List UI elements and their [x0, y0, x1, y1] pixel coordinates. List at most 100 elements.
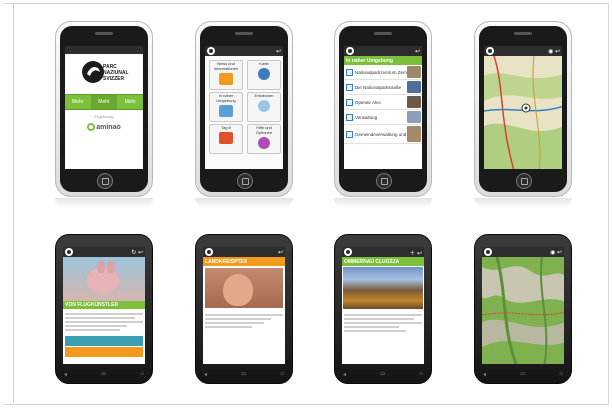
brand-mark: ▭ — [101, 371, 107, 377]
tile-nearby[interactable]: In naher Umgebung — [209, 92, 243, 122]
screen-portrait[interactable]: ↩ LANDKREISPTES — [203, 247, 285, 364]
tile-label: News und Informationen — [213, 61, 239, 71]
home-button[interactable] — [516, 173, 532, 189]
calendar-icon — [219, 132, 233, 144]
list-item-label: Nationalparkzentrum Zernez — [355, 69, 412, 75]
news-icon — [219, 73, 233, 85]
screen-landscape[interactable]: ＋ ↩ OMMERNAU CLUOZZA — [342, 247, 424, 364]
help-icon — [258, 137, 270, 149]
tile-help[interactable]: Hilfe und Optionen — [247, 124, 281, 154]
park-logo-icon — [486, 47, 494, 55]
nearby-topbar: ↩ — [344, 46, 422, 56]
highlight-box[interactable] — [65, 347, 143, 357]
animal-topbar: ↻ ↩ — [63, 247, 145, 257]
brand-mark: ▭ — [380, 371, 386, 377]
list-item-label: Verwaltung — [355, 114, 378, 120]
speaker — [514, 32, 532, 35]
tile-label: Karte — [259, 61, 269, 66]
checkbox-icon — [346, 68, 353, 76]
list-item[interactable]: Gemeindeverwaltung und Spiel — [344, 125, 422, 144]
back-key-icon[interactable]: ◂ — [483, 371, 486, 378]
home-key-icon[interactable]: ⌂ — [140, 371, 144, 377]
home-button[interactable] — [97, 173, 113, 189]
park-logo-icon — [484, 248, 492, 256]
search-icon — [258, 100, 270, 112]
landscape-topbar: ＋ ↩ — [342, 247, 424, 257]
list-item[interactable]: Openair Alvo — [344, 95, 422, 110]
home-button[interactable] — [376, 173, 392, 189]
back-key-icon[interactable]: ◂ — [204, 371, 207, 378]
checkbox-icon — [346, 113, 353, 121]
list-item-label: Die Nationalparkstraße — [355, 84, 402, 90]
sponsor-logo-icon — [87, 123, 96, 131]
tile-label: In naher Umgebung — [216, 93, 236, 103]
thumbnail — [407, 126, 421, 142]
phone-home: PARC NAZIUNAL SVIZZER Mehr Mehr Mehr Erg… — [55, 21, 153, 197]
sponsor-name: aminao — [96, 123, 121, 131]
add-icon[interactable]: ＋ ↩ — [409, 248, 422, 257]
speaker — [235, 32, 253, 35]
portrait-text — [203, 310, 285, 332]
tile-label: Entdecken — [254, 93, 274, 98]
back-arrow-icon[interactable]: ↩ — [415, 48, 420, 55]
share-icon[interactable]: ↻ ↩ — [131, 249, 143, 256]
list-item-label: Openair Alvo — [355, 99, 381, 105]
landscape-photo — [343, 267, 423, 309]
map-tools-icon[interactable]: ◉ ↩ — [550, 249, 562, 256]
home-key-icon[interactable]: ⌂ — [559, 371, 563, 377]
phone-map: ◉ ↩ — [474, 21, 572, 197]
phone-reflection — [334, 198, 432, 208]
hardware-keys: ◂ ▭ ⌂ — [483, 369, 563, 379]
tile-discover[interactable]: Entdecken — [247, 92, 281, 122]
phone-nearby: ↩ In naher Umgebung Nationalparkzentrum … — [334, 21, 432, 197]
screen-home[interactable]: PARC NAZIUNAL SVIZZER Mehr Mehr Mehr Erg… — [65, 46, 143, 169]
thumbnail — [407, 96, 421, 108]
back-arrow-icon[interactable]: ↩ — [278, 249, 283, 256]
relief-map[interactable] — [482, 257, 564, 364]
screen-menu[interactable]: ↩ News und Informationen Karte In naher … — [205, 46, 283, 169]
home-tab[interactable]: Mehr — [65, 95, 91, 109]
home-button[interactable] — [237, 173, 253, 189]
home-tab[interactable]: Mehr — [117, 95, 143, 109]
topographic-map[interactable] — [484, 56, 562, 169]
checkbox-icon — [346, 83, 353, 91]
brand-line: SVIZZER — [103, 76, 125, 82]
park-logo-icon — [65, 248, 73, 256]
globe-icon — [258, 68, 270, 80]
home-tab[interactable]: Mehr — [91, 95, 117, 109]
menu-topbar: ↩ — [205, 46, 283, 56]
screen-satellite[interactable]: ◉ ↩ — [482, 247, 564, 364]
hardware-keys: ◂ ▭ ⌂ — [343, 369, 423, 379]
home-key-icon[interactable]: ⌂ — [419, 371, 423, 377]
hardware-keys: ◂ ▭ ⌂ — [64, 369, 144, 379]
checkbox-icon — [346, 98, 353, 106]
thumbnail — [407, 111, 421, 123]
portrait-header: LANDKREISPTES — [203, 257, 285, 266]
park-logo-icon — [346, 47, 354, 55]
speaker — [95, 32, 113, 35]
list-item[interactable]: Nationalparkzentrum Zernez — [344, 65, 422, 80]
tile-day[interactable]: Tag 6 — [209, 124, 243, 154]
map-tools-icon[interactable]: ◉ ↩ — [548, 48, 560, 55]
tile-map[interactable]: Karte — [247, 60, 281, 90]
tile-news[interactable]: News und Informationen — [209, 60, 243, 90]
home-key-icon[interactable]: ⌂ — [280, 371, 284, 377]
compass-icon — [219, 105, 233, 117]
list-item[interactable]: Verwaltung — [344, 110, 422, 125]
screen-animal[interactable]: ↻ ↩ VON FLUGKÜNSTLER — [63, 247, 145, 364]
back-key-icon[interactable]: ◂ — [64, 371, 67, 378]
info-box[interactable] — [65, 336, 143, 346]
nearby-header: In naher Umgebung — [344, 56, 422, 65]
phone-portrait: ↩ LANDKREISPTES ◂ ▭ ⌂ — [195, 234, 293, 384]
back-key-icon[interactable]: ◂ — [343, 371, 346, 378]
park-logo-icon — [344, 248, 352, 256]
back-arrow-icon[interactable]: ↩ — [276, 48, 281, 55]
brand-mark: ▭ — [241, 371, 247, 377]
screen-nearby[interactable]: ↩ In naher Umgebung Nationalparkzentrum … — [344, 46, 422, 169]
checkbox-icon — [346, 130, 353, 138]
tile-label: Tag 6 — [221, 125, 231, 130]
sponsor-caption: Ergänzung — [94, 114, 114, 119]
list-item[interactable]: Die Nationalparkstraße — [344, 80, 422, 95]
screen-map[interactable]: ◉ ↩ — [484, 46, 562, 169]
phone-reflection — [474, 198, 572, 208]
